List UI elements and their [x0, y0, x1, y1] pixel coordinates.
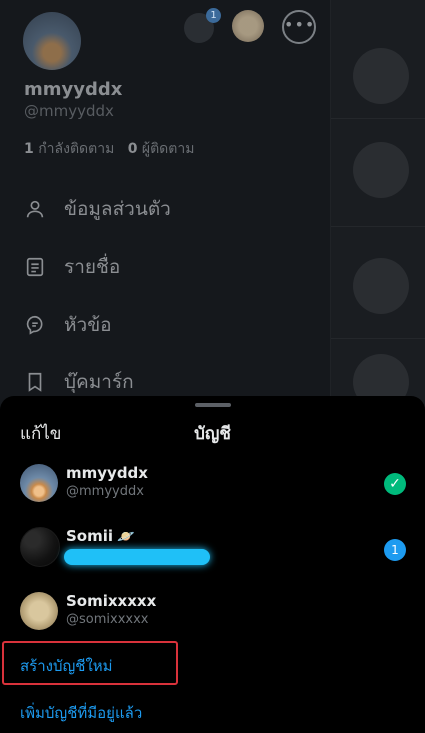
- avatar: [20, 592, 58, 630]
- account-name: mmyyddx: [66, 464, 148, 482]
- add-existing-account-link[interactable]: เพิ่มบัญชีที่มีอยู่แล้ว: [20, 701, 142, 725]
- following-count: 1: [24, 141, 34, 157]
- profile-name: mmyyddx: [24, 79, 123, 100]
- menu-item-topics[interactable]: หัวข้อ: [24, 310, 112, 340]
- followers-label: ผู้ติดตาม: [141, 141, 195, 157]
- avatar: [20, 527, 60, 567]
- account-row-somii[interactable]: Somii 🪐 1: [20, 527, 410, 571]
- account-row-mmyyddx[interactable]: mmyyddx @mmyyddx ✓: [20, 464, 410, 508]
- account-name: Somii 🪐: [66, 527, 135, 545]
- menu-item-lists[interactable]: รายชื่อ: [24, 252, 120, 282]
- account-row-somixxxxx[interactable]: Somixxxxx @somixxxxx: [20, 592, 410, 636]
- follow-stats[interactable]: 1 กำลังติดตาม 0 ผู้ติดตาม: [24, 138, 194, 160]
- person-icon: [24, 198, 46, 220]
- more-accounts-button[interactable]: •••: [282, 10, 316, 44]
- menu-item-label: หัวข้อ: [64, 314, 112, 336]
- menu-item-label: รายชื่อ: [64, 256, 121, 278]
- notification-badge: 1: [206, 8, 221, 23]
- notification-count-badge: 1: [384, 539, 406, 561]
- menu-item-label: บุ๊คมาร์ก: [64, 371, 134, 393]
- secondary-account-avatar[interactable]: [232, 10, 264, 42]
- redacted-handle: [64, 549, 210, 565]
- feed-divider: [331, 226, 425, 227]
- feed-divider: [331, 338, 425, 339]
- topics-icon: [24, 314, 46, 336]
- profile-handle: @mmyyddx: [24, 102, 114, 120]
- feed-divider: [331, 118, 425, 119]
- menu-item-bookmarks[interactable]: บุ๊คมาร์ก: [24, 367, 134, 397]
- menu-item-label: ข้อมูลส่วนตัว: [64, 198, 171, 220]
- account-name: Somixxxxx: [66, 592, 157, 610]
- sheet-grabber[interactable]: [195, 403, 231, 407]
- followers-count: 0: [127, 141, 138, 157]
- menu-item-profile[interactable]: ข้อมูลส่วนตัว: [24, 194, 171, 224]
- accounts-sheet: แก้ไข บัญชี mmyyddx @mmyyddx ✓ Somii 🪐 1 …: [0, 396, 425, 733]
- avatar: [20, 464, 58, 502]
- sheet-title: บัญชี: [194, 424, 231, 444]
- planet-emoji-icon: 🪐: [117, 529, 135, 545]
- profile-avatar[interactable]: [23, 12, 81, 70]
- bookmark-icon: [24, 371, 46, 393]
- following-label: กำลังติดตาม: [38, 141, 115, 157]
- feed-avatar: [353, 48, 409, 104]
- check-icon: ✓: [384, 473, 406, 495]
- account-handle: @somixxxxx: [66, 612, 149, 627]
- account-handle: @mmyyddx: [66, 484, 144, 499]
- list-icon: [24, 256, 46, 278]
- create-account-link[interactable]: สร้างบัญชีใหม่: [20, 654, 113, 678]
- feed-avatar: [353, 142, 409, 198]
- feed-avatar: [353, 258, 409, 314]
